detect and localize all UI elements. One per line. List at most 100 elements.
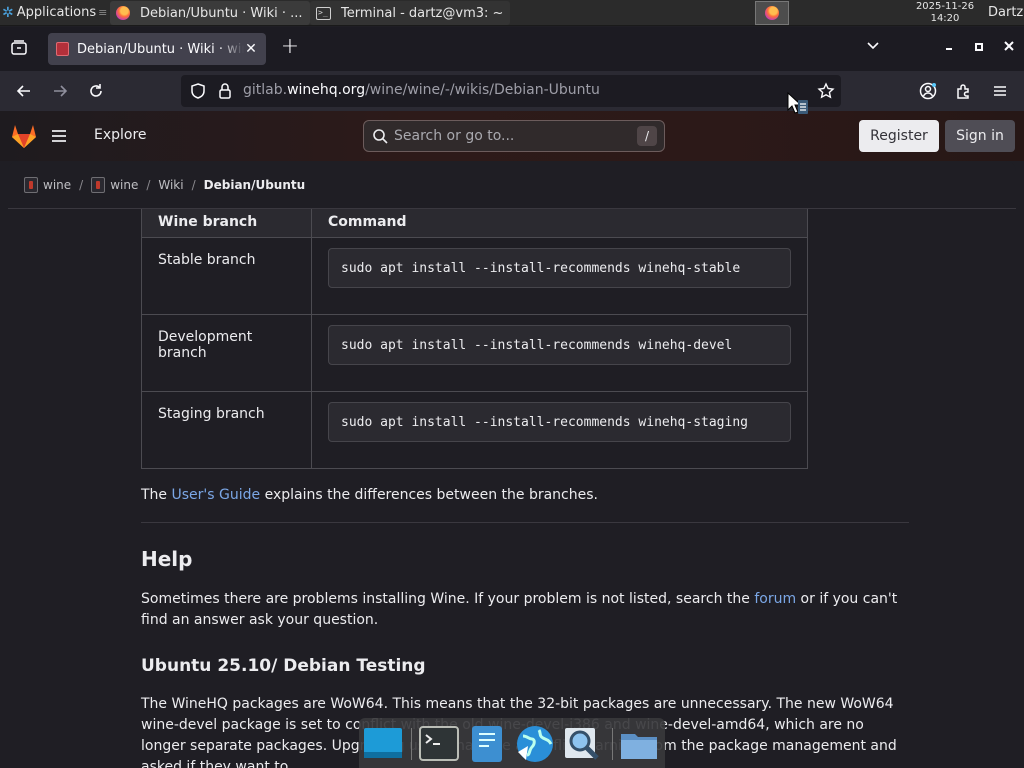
wiki-content: Wine branch Command Stable branch sudo a… — [8, 209, 1016, 768]
table-row: Development branch sudo apt install --in… — [141, 314, 808, 392]
column-header-branch: Wine branch — [141, 209, 312, 238]
branch-table: Wine branch Command Stable branch sudo a… — [141, 209, 808, 469]
branch-cell: Staging branch — [141, 391, 312, 469]
sign-in-button[interactable]: Sign in — [945, 120, 1015, 152]
code-block[interactable]: sudo apt install --install-recommends wi… — [328, 325, 791, 365]
tracking-protection-shield-icon[interactable] — [189, 82, 207, 100]
account-icon[interactable] — [917, 80, 939, 102]
firefox-icon — [765, 6, 779, 20]
clock[interactable]: 2025-11-26 14:20 — [906, 0, 984, 26]
url-prefix: gitlab. — [243, 82, 288, 98]
clock-date: 2025-11-26 — [915, 1, 975, 12]
hamburger-menu-icon[interactable] — [50, 127, 68, 145]
search-input[interactable]: Search or go to... / — [363, 120, 665, 152]
extensions-icon[interactable] — [953, 80, 975, 102]
explore-link[interactable]: Explore — [94, 127, 147, 143]
clock-time: 14:20 — [930, 13, 960, 24]
file-manager-icon[interactable] — [619, 724, 659, 764]
tab-title: Debian/Ubuntu · Wiki · wine — [77, 41, 244, 57]
users-guide-link[interactable]: User's Guide — [172, 487, 261, 503]
url-host: winehq.org — [287, 82, 366, 98]
forward-icon[interactable] — [49, 80, 71, 102]
applications-label: Applications — [16, 5, 97, 20]
taskbar-item-label: Terminal - dartz@vm3: ~ — [341, 5, 504, 21]
text-span: Sometimes there are problems installing … — [141, 591, 755, 607]
text-span: The — [141, 487, 172, 503]
text-span: explains the differences between the bra… — [260, 487, 598, 503]
breadcrumb: wine / wine / Wiki / Debian/Ubuntu — [8, 161, 1016, 209]
back-icon[interactable] — [13, 80, 35, 102]
wine-avatar-icon — [91, 176, 106, 193]
tab-active[interactable]: Debian/Ubuntu · Wiki · wine ✕ — [48, 33, 266, 65]
firefox-icon — [116, 6, 130, 20]
table-row: Staging branch sudo apt install --instal… — [141, 391, 808, 469]
command-cell: sudo apt install --install-recommends wi… — [311, 237, 808, 315]
lock-icon[interactable] — [217, 82, 233, 100]
command-cell: sudo apt install --install-recommends wi… — [311, 314, 808, 392]
list-all-tabs-icon[interactable] — [862, 37, 884, 59]
wine-avatar-icon — [24, 176, 38, 193]
table-header-row: Wine branch Command — [141, 209, 808, 238]
applications-menu[interactable]: ✲ Applications ≡ — [0, 0, 107, 26]
show-desktop-icon[interactable] — [363, 724, 403, 764]
gitlab-header: Explore Search or go to... / Register Si… — [0, 111, 1024, 161]
tab-overview-icon[interactable] — [10, 39, 28, 57]
bookmark-star-icon[interactable] — [817, 82, 835, 100]
breadcrumb-item-wine-project[interactable]: wine — [91, 176, 139, 193]
help-heading: Help — [141, 547, 193, 571]
maximize-icon[interactable] — [968, 37, 990, 59]
gitlab-logo-icon[interactable] — [10, 123, 38, 149]
text-editor-icon[interactable] — [467, 724, 507, 764]
app-menu-icon[interactable] — [989, 80, 1011, 102]
breadcrumb-label: wine — [110, 177, 139, 192]
branch-cell: Stable branch — [141, 237, 312, 315]
code-block[interactable]: sudo apt install --install-recommends wi… — [328, 402, 791, 442]
forum-link[interactable]: forum — [754, 591, 796, 607]
terminal-icon[interactable] — [419, 724, 459, 764]
xfce-logo-icon: ✲ — [2, 4, 14, 21]
register-button[interactable]: Register — [859, 120, 939, 152]
breadcrumb-item-current[interactable]: Debian/Ubuntu — [204, 178, 306, 192]
terminal-icon: >_ — [316, 6, 331, 20]
taskbar-item-label: Debian/Ubuntu · Wiki · ... — [140, 5, 303, 21]
command-cell: sudo apt install --install-recommends wi… — [311, 391, 808, 469]
close-window-icon[interactable] — [998, 37, 1020, 59]
tab-strip: Debian/Ubuntu · Wiki · wine ✕ + — [0, 27, 1024, 71]
taskbar-item-firefox[interactable]: Debian/Ubuntu · Wiki · ... — [110, 1, 310, 25]
dock-separator — [612, 728, 613, 760]
address-bar[interactable]: gitlab.winehq.org/wine/wine/-/wikis/Debi… — [181, 75, 841, 107]
search-shortcut-key: / — [637, 126, 657, 146]
menu-separator-icon: ≡ — [98, 6, 108, 19]
search-icon[interactable] — [563, 724, 603, 764]
help-paragraph: Sometimes there are problems installing … — [141, 589, 909, 631]
dock-separator — [411, 728, 412, 760]
search-icon — [372, 128, 388, 144]
search-placeholder: Search or go to... — [394, 128, 515, 144]
breadcrumb-label: wine — [43, 177, 72, 192]
column-header-command: Command — [311, 209, 808, 238]
breadcrumb-item-wiki[interactable]: Wiki — [158, 178, 183, 192]
minimize-icon[interactable] — [938, 37, 960, 59]
url-text[interactable]: gitlab.winehq.org/wine/wine/-/wikis/Debi… — [243, 82, 600, 98]
web-browser-icon[interactable] — [515, 724, 555, 764]
wine-favicon-icon — [56, 42, 69, 56]
code-block[interactable]: sudo apt install --install-recommends wi… — [328, 248, 791, 288]
users-guide-paragraph: The User's Guide explains the difference… — [141, 485, 909, 506]
breadcrumb-separator: / — [191, 177, 196, 192]
breadcrumb-separator: / — [146, 177, 151, 192]
tray-firefox-button[interactable] — [755, 1, 789, 25]
divider — [141, 522, 909, 523]
mouse-cursor-icon — [787, 91, 809, 118]
reload-icon[interactable] — [85, 80, 107, 102]
url-path: /wine/wine/-/wikis/Debian-Ubuntu — [365, 82, 600, 98]
user-menu[interactable]: Dartz — [988, 0, 1023, 26]
close-tab-icon[interactable]: ✕ — [244, 41, 258, 57]
top-panel: ✲ Applications ≡ Debian/Ubuntu · Wiki · … — [0, 0, 1024, 26]
breadcrumb-separator: / — [79, 177, 84, 192]
navigation-toolbar: gitlab.winehq.org/wine/wine/-/wikis/Debi… — [0, 71, 1024, 111]
taskbar-item-terminal[interactable]: >_ Terminal - dartz@vm3: ~ — [310, 1, 510, 25]
new-tab-button[interactable]: + — [279, 36, 301, 59]
breadcrumb-item-wine-group[interactable]: wine — [24, 176, 72, 193]
dock — [359, 718, 665, 768]
branch-cell: Development branch — [141, 314, 312, 392]
